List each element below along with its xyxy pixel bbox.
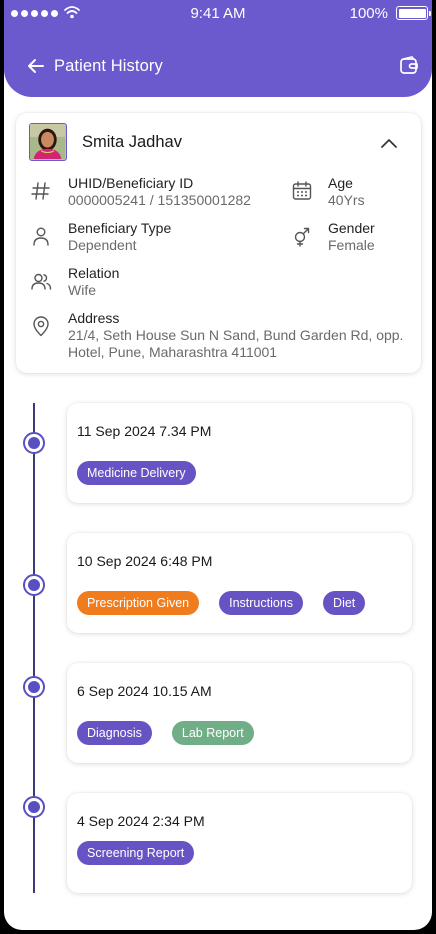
gender-label: Gender: [328, 220, 375, 236]
timeline-dot: [23, 676, 45, 698]
tag-diagnosis[interactable]: Diagnosis: [77, 721, 152, 745]
timeline-dot: [23, 574, 45, 596]
wallet-icon[interactable]: [399, 56, 419, 76]
tag-screening-report[interactable]: Screening Report: [77, 841, 195, 865]
tag-list: Screening Report: [77, 841, 195, 865]
location-pin-icon: [33, 316, 49, 337]
gender-value: Female: [328, 237, 375, 253]
beneficiary-type-label: Beneficiary Type: [68, 220, 172, 236]
tag-list: Diagnosis Lab Report: [77, 721, 254, 745]
tag-instructions[interactable]: Instructions: [219, 591, 304, 615]
tag-diet[interactable]: Diet: [323, 591, 366, 615]
age-label: Age: [328, 175, 353, 191]
people-icon: [31, 273, 52, 290]
timeline-line: [33, 403, 35, 893]
app-header: 9:41 AM 100% Patient History: [4, 0, 432, 97]
gender-icon: [294, 227, 310, 247]
visit-card[interactable]: 10 Sep 2024 6:48 PM Prescription Given I…: [67, 533, 412, 633]
visit-date: 4 Sep 2024 2:34 PM: [77, 813, 205, 829]
visit-card[interactable]: 11 Sep 2024 7.34 PM Medicine Delivery: [67, 403, 412, 503]
battery-percent: 100%: [349, 5, 388, 22]
uhid-value: 0000005241 / 151350001282: [68, 192, 251, 208]
age-value: 40Yrs: [328, 192, 365, 208]
patient-name: Smita Jadhav: [82, 133, 182, 151]
timeline-dot: [23, 796, 45, 818]
person-icon: [33, 227, 49, 246]
relation-label: Relation: [68, 265, 120, 281]
calendar-icon: [292, 181, 312, 200]
uhid-label: UHID/Beneficiary ID: [68, 175, 194, 191]
visit-card[interactable]: 4 Sep 2024 2:34 PM Screening Report: [67, 793, 412, 893]
visit-card[interactable]: 6 Sep 2024 10.15 AM Diagnosis Lab Report: [67, 663, 412, 763]
back-arrow-icon[interactable]: [26, 56, 46, 76]
visit-date: 6 Sep 2024 10.15 AM: [77, 683, 212, 699]
battery-icon: [396, 6, 431, 20]
tag-medicine-delivery[interactable]: Medicine Delivery: [77, 461, 196, 485]
address-label: Address: [68, 310, 120, 326]
avatar: [29, 123, 67, 161]
address-line-1: 21/4, Seth House Sun N Sand, Bund Garden…: [68, 327, 404, 343]
hash-icon: [31, 182, 50, 200]
tag-prescription-given[interactable]: Prescription Given: [77, 591, 200, 615]
status-bar: 9:41 AM 100%: [4, 0, 432, 28]
page-title: Patient History: [54, 57, 163, 75]
visit-date: 11 Sep 2024 7.34 PM: [77, 423, 212, 439]
patient-details-card: Smita Jadhav UHID/Beneficiary ID 0000005…: [16, 113, 421, 373]
beneficiary-type-value: Dependent: [68, 237, 137, 253]
relation-value: Wife: [68, 282, 96, 298]
chevron-up-icon[interactable]: [380, 137, 398, 149]
timeline-dot: [23, 432, 45, 454]
phone-screen: 9:41 AM 100% Patient History Smita Jadha: [4, 0, 432, 930]
tag-lab-report[interactable]: Lab Report: [171, 721, 254, 745]
address-line-2: Hotel, Pune, Maharashtra 411001: [68, 344, 278, 360]
visit-date: 10 Sep 2024 6:48 PM: [77, 553, 213, 569]
tag-list: Prescription Given Instructions Diet: [77, 591, 366, 615]
tag-list: Medicine Delivery: [77, 461, 196, 485]
